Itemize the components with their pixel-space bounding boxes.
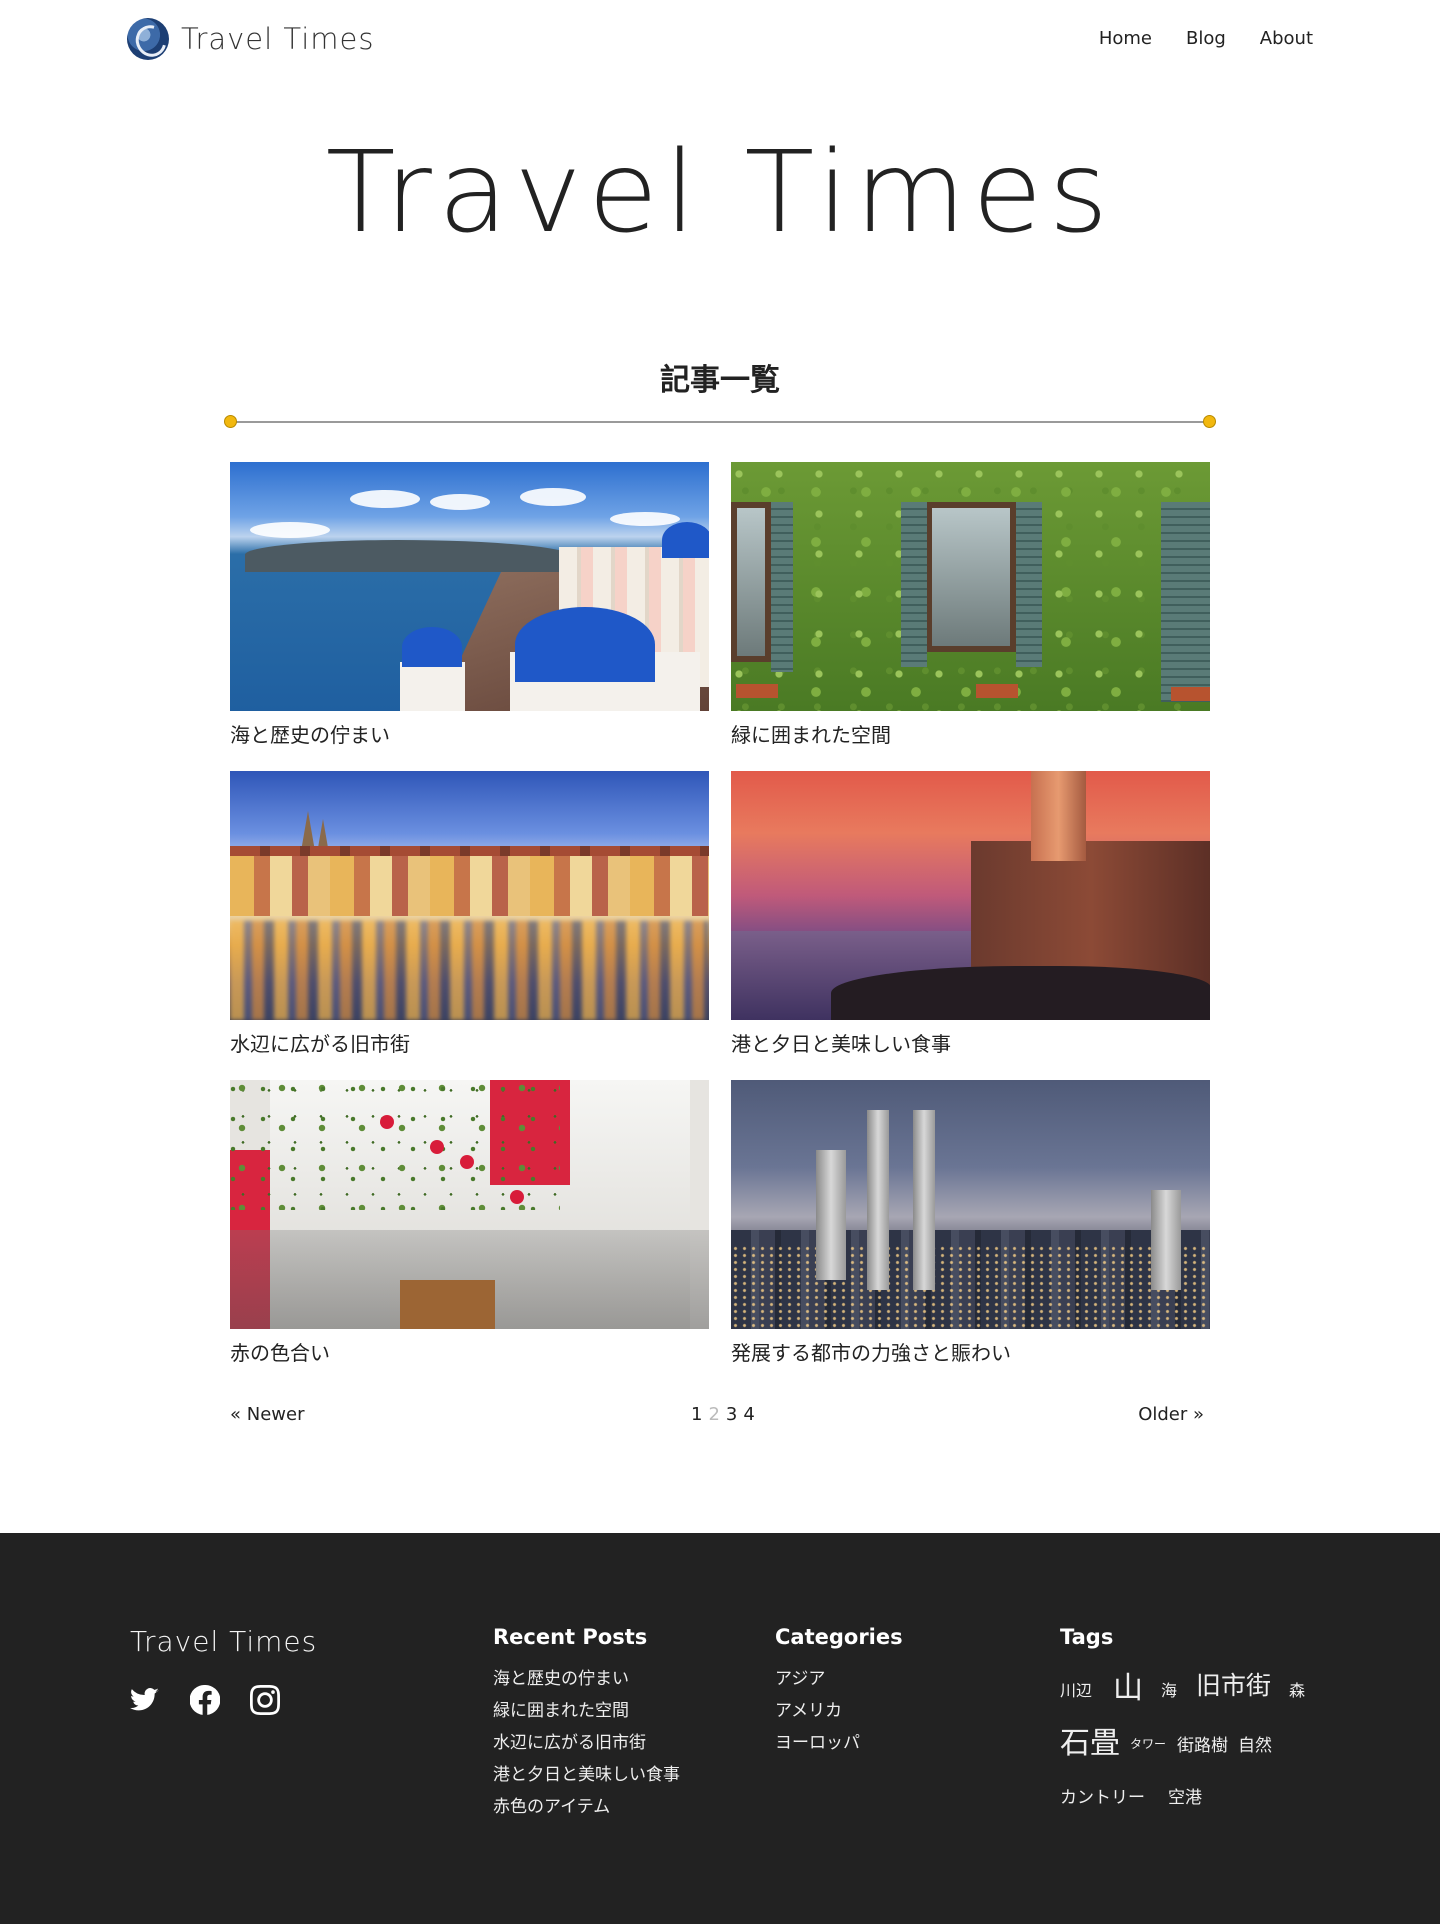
recent-post-link[interactable]: 水辺に広がる旧市街 xyxy=(493,1727,680,1759)
tag-link[interactable]: 森 xyxy=(1289,1677,1305,1701)
categories-heading: Categories xyxy=(775,1625,903,1649)
site-footer: Travel Times Recent Posts 海と歴史の佇まい 緑に囲まれ… xyxy=(0,1533,1440,1924)
post-thumbnail-red-door[interactable] xyxy=(230,1080,709,1329)
nav-home-link[interactable]: Home xyxy=(1099,28,1152,49)
post-card[interactable]: 緑に囲まれた空間 xyxy=(731,462,1210,749)
post-card[interactable]: 水辺に広がる旧市街 xyxy=(230,771,709,1058)
post-title[interactable]: 緑に囲まれた空間 xyxy=(731,721,1210,749)
post-card[interactable]: 港と夕日と美味しい食事 xyxy=(731,771,1210,1058)
tag-link[interactable]: 旧市街 xyxy=(1196,1666,1271,1702)
tag-link[interactable]: 自然 xyxy=(1238,1731,1272,1756)
pagination: « Newer 1 2 3 4 Older » xyxy=(230,1404,1204,1432)
tag-link[interactable]: 石畳 xyxy=(1060,1718,1120,1762)
post-title[interactable]: 海と歴史の佇まい xyxy=(230,721,709,749)
site-header: Travel Times Home Blog About xyxy=(0,0,1440,80)
categories-widget: Categories アジア アメリカ ヨーロッパ xyxy=(775,1625,903,1759)
tag-link[interactable]: 川辺 xyxy=(1060,1677,1092,1701)
footer-logo-text[interactable]: Travel Times xyxy=(130,1625,317,1658)
divider-dot-right xyxy=(1203,415,1216,428)
tag-link[interactable]: 海 xyxy=(1161,1677,1177,1701)
page-link-1[interactable]: 1 xyxy=(691,1404,702,1425)
post-title[interactable]: 赤の色合い xyxy=(230,1339,709,1367)
tags-widget: Tags 川辺 山 海 旧市街 森 石畳 タワー 街路樹 自然 カントリー 空港 xyxy=(1060,1625,1320,1823)
main-nav: Home Blog About xyxy=(1099,28,1313,49)
site-logo[interactable]: Travel Times xyxy=(127,18,375,60)
logo-text: Travel Times xyxy=(181,22,375,56)
post-title[interactable]: 港と夕日と美味しい食事 xyxy=(731,1030,1210,1058)
post-title[interactable]: 発展する都市の力強さと賑わい xyxy=(731,1339,1210,1367)
section-divider xyxy=(224,415,1216,428)
category-link[interactable]: アジア xyxy=(775,1663,903,1695)
tag-link[interactable]: 空港 xyxy=(1168,1783,1202,1808)
recent-post-link[interactable]: 緑に囲まれた空間 xyxy=(493,1695,680,1727)
section-title: 記事一覧 xyxy=(660,363,780,398)
post-thumbnail-ivy-windows[interactable] xyxy=(731,462,1210,711)
category-link[interactable]: アメリカ xyxy=(775,1695,903,1727)
recent-post-link[interactable]: 海と歴史の佇まい xyxy=(493,1663,680,1695)
post-card[interactable]: 発展する都市の力強さと賑わい xyxy=(731,1080,1210,1367)
tag-link[interactable]: タワー xyxy=(1130,1735,1166,1752)
twitter-icon[interactable] xyxy=(130,1685,160,1715)
posts-grid: 海と歴史の佇まい 緑に囲まれた空間 水辺に広がる旧市街 港と夕日と美味しい食事 … xyxy=(230,462,1210,1367)
older-link[interactable]: Older » xyxy=(1138,1404,1204,1425)
recent-posts-heading: Recent Posts xyxy=(493,1625,648,1649)
recent-post-link[interactable]: 港と夕日と美味しい食事 xyxy=(493,1759,680,1791)
tags-heading: Tags xyxy=(1060,1625,1114,1649)
facebook-icon[interactable] xyxy=(190,1685,220,1715)
nav-about-link[interactable]: About xyxy=(1260,28,1313,49)
newer-link[interactable]: « Newer xyxy=(230,1404,304,1425)
page-current-2: 2 xyxy=(708,1404,720,1425)
post-title[interactable]: 水辺に広がる旧市街 xyxy=(230,1030,709,1058)
post-thumbnail-old-town-river[interactable] xyxy=(230,771,709,1020)
hero-title: Travel Times xyxy=(325,128,1115,258)
post-thumbnail-harbor-sunset[interactable] xyxy=(731,771,1210,1020)
page-numbers: 1 2 3 4 xyxy=(691,1404,755,1425)
nav-blog-link[interactable]: Blog xyxy=(1186,28,1226,49)
category-link[interactable]: ヨーロッパ xyxy=(775,1727,903,1759)
recent-posts-widget: Recent Posts 海と歴史の佇まい 緑に囲まれた空間 水辺に広がる旧市街… xyxy=(493,1625,680,1823)
instagram-icon[interactable] xyxy=(250,1685,280,1715)
page-link-3[interactable]: 3 xyxy=(726,1404,737,1425)
tag-cloud: 川辺 山 海 旧市街 森 石畳 タワー 街路樹 自然 カントリー 空港 xyxy=(1060,1663,1320,1823)
logo-mark-icon xyxy=(127,18,169,60)
post-thumbnail-city-towers[interactable] xyxy=(731,1080,1210,1329)
tag-link[interactable]: カントリー xyxy=(1060,1783,1145,1808)
tag-link[interactable]: 山 xyxy=(1113,1663,1143,1707)
post-card[interactable]: 海と歴史の佇まい xyxy=(230,462,709,749)
post-thumbnail-santorini[interactable] xyxy=(230,462,709,711)
recent-post-link[interactable]: 赤色のアイテム xyxy=(493,1791,680,1823)
divider-dot-left xyxy=(224,415,237,428)
page-link-4[interactable]: 4 xyxy=(743,1404,754,1425)
social-links xyxy=(130,1685,280,1715)
post-card[interactable]: 赤の色合い xyxy=(230,1080,709,1367)
tag-link[interactable]: 街路樹 xyxy=(1177,1731,1228,1756)
